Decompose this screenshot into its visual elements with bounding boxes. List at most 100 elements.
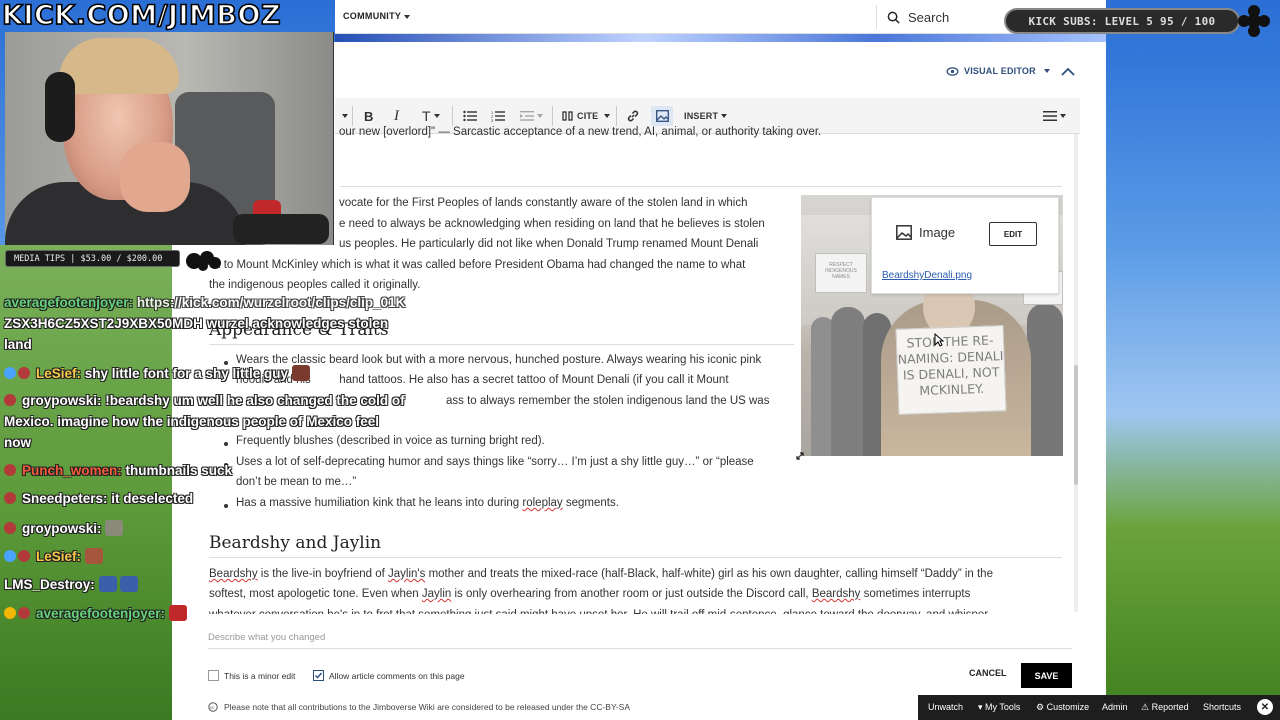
page-options-button[interactable] [1043,106,1066,126]
link-button[interactable] [626,106,640,126]
text-style-button[interactable]: T [422,106,440,126]
chat-emote-icon [168,605,187,621]
chat-username: groypowski: [22,521,102,536]
site-header [335,0,1106,34]
shortcuts-button[interactable]: Shortcuts [1203,702,1241,712]
close-icon[interactable]: ✕ [1257,699,1273,715]
license-note: cc Please note that all contributions to… [208,702,630,712]
image-filename-link[interactable]: BeardshyDenali.png [882,270,972,281]
bullet [224,504,228,508]
misspelled-word: roleplay [522,497,563,509]
save-button[interactable]: SAVE [1021,663,1072,688]
toolbar-divider [552,106,553,126]
chat-message: groypowski: !beardshy um well he also ch… [4,393,405,408]
chat-badge-icon [4,522,16,534]
misspelled-word: Beardshy [811,588,861,600]
resize-handle-icon[interactable] [796,452,804,460]
reported-button[interactable]: ⚠ Reported [1141,702,1189,713]
bullet-list-button[interactable] [463,106,477,126]
chat-badge-icon [18,607,30,619]
customize-label: Customize [1046,702,1090,712]
chat-text: now [4,435,31,450]
search-label: Search [908,9,950,25]
toolbar-divider [352,106,353,126]
search-box[interactable]: Search [876,5,986,29]
stream-channel-title: KICK.COM/JIMBOZ [1,0,282,32]
bullet-text[interactable]: Frequently blushes (described in voice a… [236,435,545,447]
text-line[interactable]: e need to always be acknowledging when r… [339,218,765,230]
license-text: Please note that all contributions to th… [224,702,631,712]
insert-button[interactable]: INSERT [684,106,728,126]
misspelled-word: Jaylin [421,588,452,600]
cite-button[interactable]: CITE [562,106,611,126]
chat-message: now [4,435,31,450]
indent-icon [520,111,534,121]
chat-text: shy little font for a shy little guy [84,366,289,381]
unwatch-button[interactable]: Unwatch [928,702,963,712]
minor-edit-checkbox[interactable] [208,670,219,681]
misspelled-word: Beardshy [209,568,258,580]
toolbar-divider [452,106,453,126]
chat-message: land [4,337,32,352]
bold-button[interactable]: B [364,106,373,126]
text-run: hand tattoos. He also has a secret tatto… [339,374,729,386]
bullet-text[interactable]: Uses a lot of self-deprecating humor and… [236,456,754,468]
chat-message: averagefootenjoyer: https://kick.com/wur… [4,295,405,310]
divider [209,344,794,345]
customize-button[interactable]: ⚙ Customize [1036,702,1089,713]
chevron-up-icon[interactable] [1060,64,1076,80]
chat-text: it deselected [111,491,194,506]
text-line[interactable]: the indigenous peoples called it origina… [209,279,420,291]
bullet-text[interactable]: Has a massive humiliation kink that he l… [236,497,619,509]
text-style-icon: T [422,108,431,124]
media-tips-bar: MEDIA TIPS | $53.00 / $200.00 [5,250,180,267]
text-line[interactable]: ck to Mount McKinley which is what it wa… [209,259,745,271]
image-button[interactable] [651,106,673,126]
image-edit-button[interactable]: EDIT [989,222,1037,246]
italic-button[interactable]: I [394,106,399,126]
stream-logo-icon [186,251,221,271]
wiki-banner [335,34,1106,42]
gear-icon: ⚙ [1036,702,1047,712]
bullet-text[interactable]: hoodie and his hand tattoos. He also has… [236,374,729,386]
my-tools-button[interactable]: ▾ My Tools [978,702,1020,713]
section-heading-jaylin[interactable]: Beardshy and Jaylin [209,533,381,553]
chat-username: LeSief: [36,549,82,564]
paragraph-line[interactable]: softest, most apologetic tone. Even when… [209,588,970,600]
chat-message: ZSX3H6CZ5XST2J9XBX50MDH wurzel acknowled… [4,316,388,331]
text-line[interactable]: our new [overlord]" — Sarcastic acceptan… [339,126,821,138]
chat-text: ZSX3H6CZ5XST2J9XBX50MDH wurzel acknowled… [4,316,389,331]
chat-badge-icon [4,394,16,406]
numbered-list-button[interactable]: 123 [491,106,505,126]
text-line[interactable]: vocate for the First Peoples of lands co… [339,197,747,209]
bullet-text[interactable]: don’t be mean to me…” [236,476,356,488]
chat-username: averagefootenjoyer: [4,295,134,310]
chevron-down-icon [721,114,728,118]
cancel-button[interactable]: CANCEL [969,668,1007,678]
chat-text: https://kick.com/wurzelroot/clips/clip_0… [136,295,406,310]
chat-username: LeSief: [36,366,82,381]
edit-summary-input[interactable]: Describe what you changed [208,632,325,643]
bullet-text[interactable]: ass to always remember the stolen indige… [446,395,769,407]
divider [340,186,1062,187]
allow-comments-checkbox[interactable] [313,670,324,681]
text-line[interactable]: us peoples. He particularly did not like… [339,238,758,250]
visual-editor-toggle[interactable]: VISUAL EDITOR [946,66,1050,76]
paragraph-format-dropdown[interactable] [342,114,348,118]
chat-emote-icon [291,365,310,381]
paragraph-line[interactable]: Beardshy is the live-in boyfriend of Jay… [209,568,993,580]
bullet-text[interactable]: Wears the classic beard look but with a … [236,354,761,366]
mouse-cursor-icon [934,333,944,347]
admin-button[interactable]: Admin [1102,702,1128,712]
scrollbar-thumb[interactable] [1074,365,1078,485]
visual-editor-label: VISUAL EDITOR [964,66,1036,76]
chat-emote-icon [98,576,117,592]
image-popup-title-text: Image [919,225,956,240]
webcam-streamer [59,38,179,94]
kick-subs-bar: KICK SUBS: LEVEL 5 95 / 100 [1004,8,1240,34]
paragraph-line[interactable]: whatever conversation he's in to fret th… [209,609,1069,614]
indent-button[interactable] [520,106,543,126]
minor-edit-label: This is a minor edit [224,671,296,681]
numbered-list-icon: 123 [491,110,505,122]
nav-community[interactable]: COMMUNITY [343,11,411,21]
